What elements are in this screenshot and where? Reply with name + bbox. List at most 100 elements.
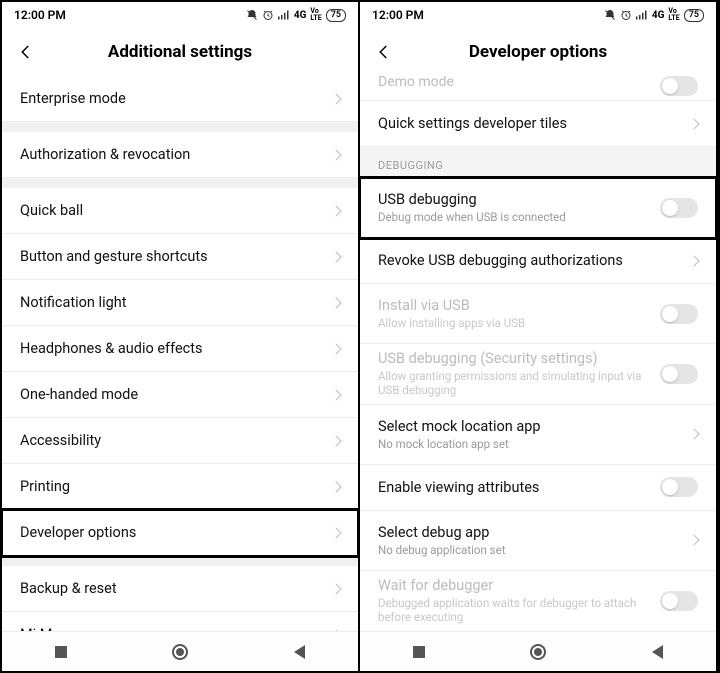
battery-indicator: 75 bbox=[326, 9, 346, 22]
toggle-usb-debugging[interactable] bbox=[660, 198, 698, 218]
page-title: Additional settings bbox=[108, 42, 252, 62]
row-subtext: Debug mode when USB is connected bbox=[378, 210, 660, 224]
row-demo-mode[interactable]: Demo mode bbox=[360, 76, 716, 101]
row-usb-debugging[interactable]: USB debugging Debug mode when USB is con… bbox=[360, 178, 716, 238]
nav-recents[interactable] bbox=[413, 646, 425, 658]
status-bar: 12:00 PM 4G VoLTE 75 bbox=[360, 2, 716, 28]
chevron-right-icon bbox=[688, 429, 699, 440]
signal-icon bbox=[636, 10, 648, 20]
row-label: Accessibility bbox=[20, 432, 332, 449]
chevron-right-icon bbox=[330, 389, 341, 400]
chevron-right-icon bbox=[688, 535, 699, 546]
chevron-right-icon bbox=[330, 205, 341, 216]
row-label: USB debugging (Security settings) bbox=[378, 350, 660, 367]
chevron-right-icon bbox=[330, 297, 341, 308]
row-label: Authorization & revocation bbox=[20, 146, 332, 163]
row-label: Enable viewing attributes bbox=[378, 479, 660, 496]
phone-left: 12:00 PM 4G VoLTE 75 Additional settings… bbox=[2, 2, 360, 671]
signal-icon bbox=[278, 10, 290, 20]
row-mi-mover[interactable]: Mi Mover bbox=[2, 612, 358, 631]
toggle-demo-mode[interactable] bbox=[660, 76, 698, 96]
row-install-via-usb: Install via USB Allow installing apps vi… bbox=[360, 284, 716, 344]
row-label: Select debug app bbox=[378, 524, 690, 541]
nav-home[interactable] bbox=[172, 644, 188, 660]
settings-list[interactable]: Enterprise mode Authorization & revocati… bbox=[2, 76, 358, 631]
row-one-handed-mode[interactable]: One-handed mode bbox=[2, 372, 358, 418]
nav-home[interactable] bbox=[530, 644, 546, 660]
row-subtext: No mock location app set bbox=[378, 437, 690, 451]
row-headphones-audio[interactable]: Headphones & audio effects bbox=[2, 326, 358, 372]
phone-right: 12:00 PM 4G VoLTE 75 Developer options D… bbox=[360, 2, 718, 671]
row-label: Backup & reset bbox=[20, 580, 332, 597]
status-icons: 4G VoLTE 75 bbox=[604, 8, 704, 22]
row-subtext: Allow granting permissions and simulatin… bbox=[378, 369, 660, 398]
row-revoke-usb-auth[interactable]: Revoke USB debugging authorizations bbox=[360, 238, 716, 284]
chevron-right-icon bbox=[330, 435, 341, 446]
dnd-icon bbox=[246, 9, 258, 21]
nav-recents[interactable] bbox=[55, 646, 67, 658]
row-label: USB debugging bbox=[378, 191, 660, 208]
row-label: Button and gesture shortcuts bbox=[20, 248, 332, 265]
toggle-viewing-attributes[interactable] bbox=[660, 477, 698, 497]
toggle-usb-security bbox=[660, 364, 698, 384]
chevron-right-icon bbox=[330, 93, 341, 104]
back-button[interactable] bbox=[14, 40, 38, 64]
developer-list[interactable]: Demo mode Quick settings developer tiles… bbox=[360, 76, 716, 631]
row-subtext: No debug application set bbox=[378, 543, 690, 557]
status-time: 12:00 PM bbox=[14, 8, 66, 22]
row-wait-for-debugger: Wait for debugger Debugged application w… bbox=[360, 571, 716, 631]
row-label: One-handed mode bbox=[20, 386, 332, 403]
row-authorization-revocation[interactable]: Authorization & revocation bbox=[2, 132, 358, 178]
alarm-icon bbox=[620, 9, 632, 21]
toggle-install-via-usb bbox=[660, 304, 698, 324]
page-title: Developer options bbox=[469, 42, 607, 62]
header: Developer options bbox=[360, 28, 716, 76]
chevron-right-icon bbox=[330, 251, 341, 262]
chevron-right-icon bbox=[330, 583, 341, 594]
row-mock-location[interactable]: Select mock location app No mock locatio… bbox=[360, 405, 716, 465]
row-label: Enterprise mode bbox=[20, 90, 332, 107]
row-enterprise-mode[interactable]: Enterprise mode bbox=[2, 76, 358, 122]
battery-indicator: 75 bbox=[684, 9, 704, 22]
row-label: Printing bbox=[20, 478, 332, 495]
row-accessibility[interactable]: Accessibility bbox=[2, 418, 358, 464]
row-label: Quick settings developer tiles bbox=[378, 115, 690, 132]
row-developer-options[interactable]: Developer options bbox=[2, 510, 358, 556]
row-printing[interactable]: Printing bbox=[2, 464, 358, 510]
status-icons: 4G VoLTE 75 bbox=[246, 8, 346, 22]
row-button-gesture-shortcuts[interactable]: Button and gesture shortcuts bbox=[2, 234, 358, 280]
row-backup-reset[interactable]: Backup & reset bbox=[2, 566, 358, 612]
row-usb-security-settings: USB debugging (Security settings) Allow … bbox=[360, 344, 716, 405]
row-subtext: Debugged application waits for debugger … bbox=[378, 596, 660, 625]
volte-label: VoLTE bbox=[668, 8, 679, 22]
status-time: 12:00 PM bbox=[372, 8, 424, 22]
row-select-debug-app[interactable]: Select debug app No debug application se… bbox=[360, 511, 716, 571]
alarm-icon bbox=[262, 9, 274, 21]
navigation-bar bbox=[2, 631, 358, 671]
row-label: Install via USB bbox=[378, 297, 660, 314]
row-viewing-attributes[interactable]: Enable viewing attributes bbox=[360, 465, 716, 511]
chevron-right-icon bbox=[330, 481, 341, 492]
row-label: Quick ball bbox=[20, 202, 332, 219]
section-header-debugging: DEBUGGING bbox=[360, 147, 716, 178]
nav-back[interactable] bbox=[294, 645, 305, 659]
network-label: 4G bbox=[294, 10, 307, 21]
row-label: Wait for debugger bbox=[378, 577, 660, 594]
header: Additional settings bbox=[2, 28, 358, 76]
row-quick-settings-tiles[interactable]: Quick settings developer tiles bbox=[360, 101, 716, 147]
row-quick-ball[interactable]: Quick ball bbox=[2, 188, 358, 234]
nav-back[interactable] bbox=[652, 645, 663, 659]
chevron-right-icon bbox=[330, 527, 341, 538]
back-button[interactable] bbox=[372, 40, 396, 64]
row-label: Demo mode bbox=[378, 76, 660, 90]
chevron-right-icon bbox=[688, 118, 699, 129]
row-label: Notification light bbox=[20, 294, 332, 311]
row-notification-light[interactable]: Notification light bbox=[2, 280, 358, 326]
chevron-right-icon bbox=[688, 255, 699, 266]
volte-label: VoLTE bbox=[310, 8, 321, 22]
back-icon bbox=[375, 43, 393, 61]
dnd-icon bbox=[604, 9, 616, 21]
network-label: 4G bbox=[652, 10, 665, 21]
chevron-right-icon bbox=[330, 149, 341, 160]
row-label: Headphones & audio effects bbox=[20, 340, 332, 357]
